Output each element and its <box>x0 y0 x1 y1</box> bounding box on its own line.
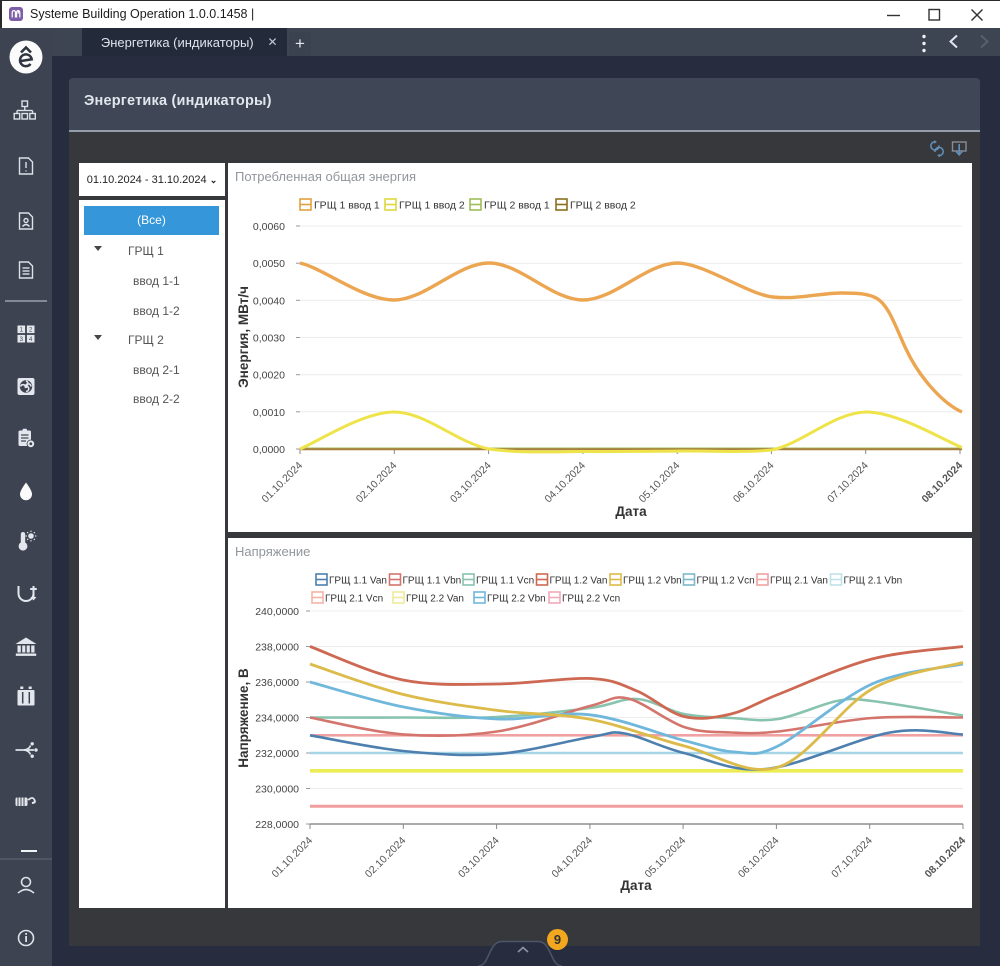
svg-text:ГРЩ 1.2 Vcn: ГРЩ 1.2 Vcn <box>697 576 755 587</box>
svg-text:234,0000: 234,0000 <box>255 713 299 725</box>
svg-text:ГРЩ 2 ввод 1: ГРЩ 2 ввод 1 <box>484 200 550 212</box>
svg-text:0,0020: 0,0020 <box>253 370 285 382</box>
svg-text:0,0050: 0,0050 <box>253 258 285 270</box>
svg-text:ГРЩ 1.1 Van: ГРЩ 1.1 Van <box>329 576 387 587</box>
svg-text:01.10.2024: 01.10.2024 <box>259 460 305 506</box>
svg-text:ГРЩ 2.1 Vcn: ГРЩ 2.1 Vcn <box>325 594 383 605</box>
svg-text:03.10.2024: 03.10.2024 <box>456 835 502 881</box>
svg-text:0,0010: 0,0010 <box>253 407 285 419</box>
svg-text:07.10.2024: 07.10.2024 <box>829 835 875 881</box>
svg-text:07.10.2024: 07.10.2024 <box>825 460 871 506</box>
svg-text:06.10.2024: 06.10.2024 <box>736 835 782 881</box>
svg-text:Напряжение, В: Напряжение, В <box>236 668 251 768</box>
svg-text:08.10.2024: 08.10.2024 <box>919 460 965 506</box>
svg-text:ГРЩ 2.2 Vbn: ГРЩ 2.2 Vbn <box>487 594 546 605</box>
svg-text:ГРЩ 1.1 Vcn: ГРЩ 1.1 Vcn <box>476 576 534 587</box>
svg-text:Дата: Дата <box>615 504 647 519</box>
svg-text:230,0000: 230,0000 <box>255 784 299 796</box>
svg-text:ГРЩ 2.2 Vcn: ГРЩ 2.2 Vcn <box>562 594 620 605</box>
svg-text:0,0040: 0,0040 <box>253 295 285 307</box>
svg-text:232,0000: 232,0000 <box>255 748 299 760</box>
svg-text:05.10.2024: 05.10.2024 <box>643 835 689 881</box>
svg-text:ГРЩ 1.2 Vbn: ГРЩ 1.2 Vbn <box>623 576 682 587</box>
svg-text:0,0060: 0,0060 <box>253 221 285 233</box>
svg-text:0,0030: 0,0030 <box>253 333 285 345</box>
svg-text:Потребленная общая энергия: Потребленная общая энергия <box>235 169 416 184</box>
svg-text:06.10.2024: 06.10.2024 <box>731 460 777 506</box>
svg-text:ГРЩ 1.1 Vbn: ГРЩ 1.1 Vbn <box>403 576 462 587</box>
svg-text:01.10.2024: 01.10.2024 <box>269 835 315 881</box>
svg-text:04.10.2024: 04.10.2024 <box>549 835 595 881</box>
svg-text:ГРЩ 2.2 Van: ГРЩ 2.2 Van <box>406 594 464 605</box>
svg-text:Дата: Дата <box>620 878 652 893</box>
svg-text:02.10.2024: 02.10.2024 <box>363 835 409 881</box>
svg-text:04.10.2024: 04.10.2024 <box>542 460 588 506</box>
svg-text:Энергия, МВт/ч: Энергия, МВт/ч <box>236 286 251 388</box>
svg-text:02.10.2024: 02.10.2024 <box>354 460 400 506</box>
svg-text:Напряжение: Напряжение <box>235 544 310 559</box>
svg-text:03.10.2024: 03.10.2024 <box>448 460 494 506</box>
svg-text:08.10.2024: 08.10.2024 <box>922 835 968 881</box>
svg-text:ГРЩ 1 ввод 1: ГРЩ 1 ввод 1 <box>314 200 380 212</box>
svg-text:ГРЩ 2.1 Van: ГРЩ 2.1 Van <box>770 576 828 587</box>
svg-text:0,0000: 0,0000 <box>253 444 285 456</box>
svg-text:240,0000: 240,0000 <box>255 606 299 618</box>
svg-text:ГРЩ 1.2 Van: ГРЩ 1.2 Van <box>550 576 608 587</box>
svg-text:ГРЩ 2.1 Vbn: ГРЩ 2.1 Vbn <box>844 576 903 587</box>
svg-text:05.10.2024: 05.10.2024 <box>637 460 683 506</box>
svg-text:228,0000: 228,0000 <box>255 819 299 831</box>
svg-text:ГРЩ 1 ввод 2: ГРЩ 1 ввод 2 <box>399 200 465 212</box>
svg-text:ГРЩ 2 ввод 2: ГРЩ 2 ввод 2 <box>570 200 636 212</box>
svg-text:236,0000: 236,0000 <box>255 677 299 689</box>
svg-text:238,0000: 238,0000 <box>255 642 299 654</box>
